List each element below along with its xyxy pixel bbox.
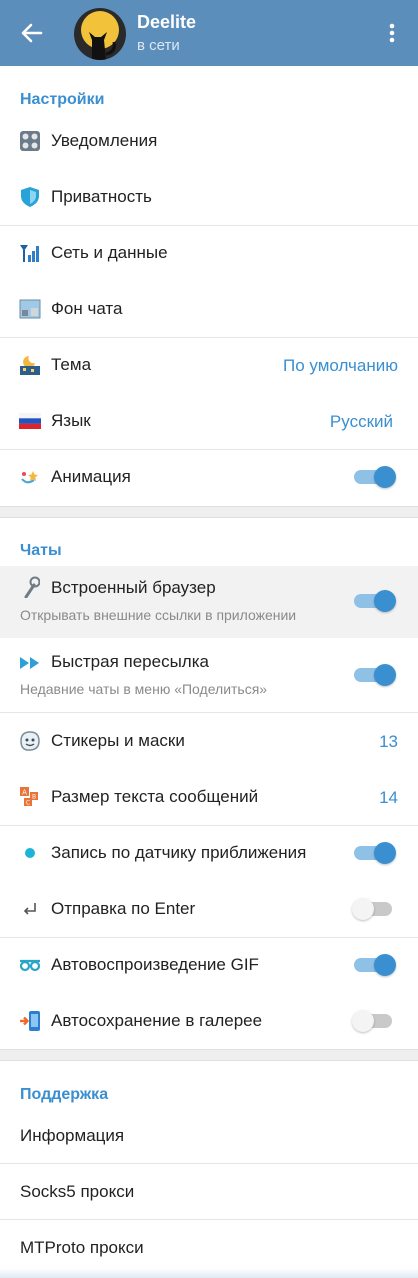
proximity-record-toggle[interactable]: [354, 842, 396, 864]
chats-item-in-app-browser[interactable]: Встроенный браузер Открывать внешние ссы…: [0, 566, 418, 638]
settings-item-label: Размер текста сообщений: [51, 787, 259, 806]
back-arrow-icon[interactable]: [14, 17, 50, 49]
enter-icon: [19, 898, 41, 920]
settings-item-label: Тема: [51, 355, 92, 374]
support-item-socks5-proxy[interactable]: Socks5 прокси: [0, 1164, 418, 1220]
send-by-enter-toggle[interactable]: [352, 898, 396, 920]
notifications-icon: [19, 130, 41, 152]
support-item-info[interactable]: Информация: [0, 1108, 418, 1164]
section-title-support: Поддержка: [20, 1086, 109, 1103]
settings-item-label: Автовоспроизведение GIF: [51, 955, 259, 974]
settings-item-privacy[interactable]: Приватность: [0, 169, 418, 225]
settings-item-network[interactable]: Сеть и данные: [0, 225, 418, 281]
wallpaper-icon: [19, 298, 41, 320]
section-title-settings: Настройки: [20, 91, 105, 108]
theme-icon: [19, 354, 41, 376]
settings-item-label: Стикеры и маски: [51, 731, 185, 750]
settings-item-label: Быстрая пересылка: [51, 652, 209, 671]
settings-item-label: Уведомления: [51, 131, 158, 150]
svg-text:B: B: [32, 794, 36, 801]
chats-item-save-to-gallery[interactable]: Автосохранение в галерее: [0, 993, 418, 1049]
browser-icon: [19, 576, 41, 598]
autoplay-gif-toggle[interactable]: [354, 954, 396, 976]
language-value: Русский: [329, 412, 393, 431]
chats-item-autoplay-gif[interactable]: Автовоспроизведение GIF: [0, 937, 418, 993]
settings-item-label: Отправка по Enter: [51, 899, 196, 918]
settings-item-language[interactable]: Язык Русский: [0, 393, 418, 449]
section-title-chats: Чаты: [20, 542, 62, 559]
stickers-count: 13: [379, 732, 398, 751]
theme-value: По умолчанию: [283, 356, 398, 375]
settings-item-label: MTProto прокси: [20, 1238, 144, 1257]
section-separator: [0, 1049, 418, 1061]
settings-item-label: Запись по датчику приближения: [51, 843, 307, 862]
chats-item-text-size[interactable]: ABC Размер текста сообщений 14: [0, 769, 418, 825]
save-to-gallery-toggle[interactable]: [352, 1010, 396, 1032]
settings-item-theme[interactable]: Тема По умолчанию: [0, 337, 418, 393]
settings-item-label: Socks5 прокси: [20, 1182, 135, 1201]
top-app-bar: Deelite в сети: [0, 0, 418, 66]
chats-item-send-by-enter[interactable]: Отправка по Enter: [0, 881, 418, 937]
text-size-value: 14: [379, 788, 398, 807]
bottom-edge: [0, 1268, 418, 1278]
animation-icon: [19, 466, 41, 488]
signal-icon: [19, 242, 41, 264]
chats-item-quick-forward[interactable]: Быстрая пересылка Недавние чаты в меню «…: [0, 640, 418, 712]
animation-toggle[interactable]: [354, 466, 396, 488]
gif-loop-icon: [19, 954, 41, 976]
save-to-gallery-icon: [19, 1010, 41, 1032]
sticker-icon: [19, 730, 41, 752]
svg-text:A: A: [22, 789, 27, 797]
settings-item-animation[interactable]: Анимация: [0, 449, 418, 505]
settings-item-label: Информация: [20, 1126, 125, 1145]
settings-item-subtitle: Открывать внешние ссылки в приложении: [20, 607, 297, 623]
text-size-icon: ABC: [19, 786, 41, 808]
settings-item-label: Фон чата: [51, 299, 123, 318]
settings-item-label: Встроенный браузер: [51, 578, 216, 597]
settings-item-label: Приватность: [51, 187, 152, 206]
quick-forward-toggle[interactable]: [354, 664, 396, 686]
chat-title: Deelite: [137, 12, 197, 32]
russian-flag-icon: [19, 410, 41, 432]
shield-icon: [19, 186, 41, 208]
chats-item-stickers[interactable]: Стикеры и маски 13: [0, 713, 418, 769]
settings-item-chat-background[interactable]: Фон чата: [0, 281, 418, 337]
settings-item-label: Анимация: [51, 467, 131, 486]
settings-item-label: Язык: [51, 411, 91, 430]
proximity-dot-icon: [19, 842, 41, 864]
settings-item-label: Сеть и данные: [51, 243, 168, 262]
settings-item-label: Автосохранение в галерее: [51, 1011, 263, 1030]
more-vert-icon[interactable]: [380, 17, 404, 49]
chats-item-proximity-record[interactable]: Запись по датчику приближения: [0, 825, 418, 881]
settings-item-notifications[interactable]: Уведомления: [0, 113, 418, 169]
fast-forward-icon: [19, 652, 41, 674]
online-status: в сети: [137, 37, 180, 54]
section-separator: [0, 506, 418, 518]
avatar[interactable]: [74, 8, 126, 60]
settings-item-subtitle: Недавние чаты в меню «Поделиться»: [20, 681, 268, 697]
in-app-browser-toggle[interactable]: [354, 590, 396, 612]
svg-text:C: C: [26, 800, 30, 807]
